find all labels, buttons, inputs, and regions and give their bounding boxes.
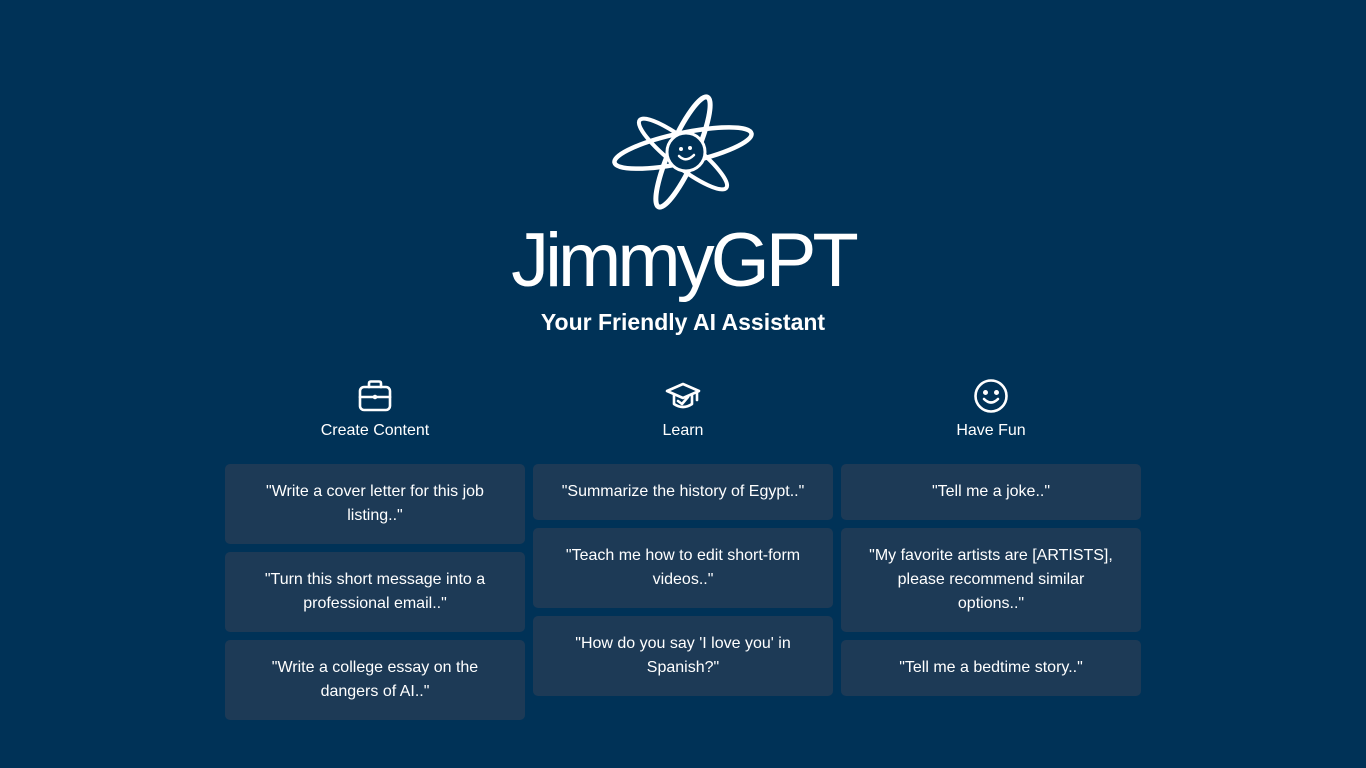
prompt-card[interactable]: "Summarize the history of Egypt.." bbox=[533, 464, 833, 520]
prompt-card[interactable]: "My favorite artists are [ARTISTS], plea… bbox=[841, 528, 1141, 632]
prompt-card[interactable]: "Turn this short message into a professi… bbox=[225, 552, 525, 632]
graduation-cap-icon bbox=[665, 377, 701, 415]
prompt-card[interactable]: "Tell me a bedtime story.." bbox=[841, 640, 1141, 696]
column-learn: Learn "Summarize the history of Egypt.."… bbox=[533, 377, 833, 720]
app-name: JimmyGPT bbox=[511, 218, 859, 303]
prompt-list-learn: "Summarize the history of Egypt.." "Teac… bbox=[533, 464, 833, 696]
prompt-list-create-content: "Write a cover letter for this job listi… bbox=[225, 464, 525, 720]
prompt-card[interactable]: "Write a cover letter for this job listi… bbox=[225, 464, 525, 544]
welcome-screen: JimmyGPT Your Friendly AI Assistant Crea… bbox=[0, 0, 1366, 768]
atom-logo-icon bbox=[612, 94, 754, 210]
column-title-create-content: Create Content bbox=[320, 422, 430, 439]
prompt-card[interactable]: "Write a college essay on the dangers of… bbox=[225, 640, 525, 720]
prompt-card[interactable]: "Teach me how to edit short-form videos.… bbox=[533, 528, 833, 608]
app-tagline: Your Friendly AI Assistant bbox=[540, 309, 826, 335]
column-create-content: Create Content "Write a cover letter for… bbox=[225, 377, 525, 720]
prompt-card[interactable]: "How do you say 'I love you' in Spanish?… bbox=[533, 616, 833, 696]
column-title-learn: Learn bbox=[662, 422, 704, 439]
briefcase-icon bbox=[357, 377, 393, 415]
smiley-face-icon bbox=[973, 377, 1009, 415]
prompt-card[interactable]: "Tell me a joke.." bbox=[841, 464, 1141, 520]
column-title-have-fun: Have Fun bbox=[956, 422, 1026, 439]
prompt-list-have-fun: "Tell me a joke.." "My favorite artists … bbox=[841, 464, 1141, 696]
column-have-fun: Have Fun "Tell me a joke.." "My favorite… bbox=[841, 377, 1141, 720]
prompt-columns: Create Content "Write a cover letter for… bbox=[225, 377, 1141, 720]
